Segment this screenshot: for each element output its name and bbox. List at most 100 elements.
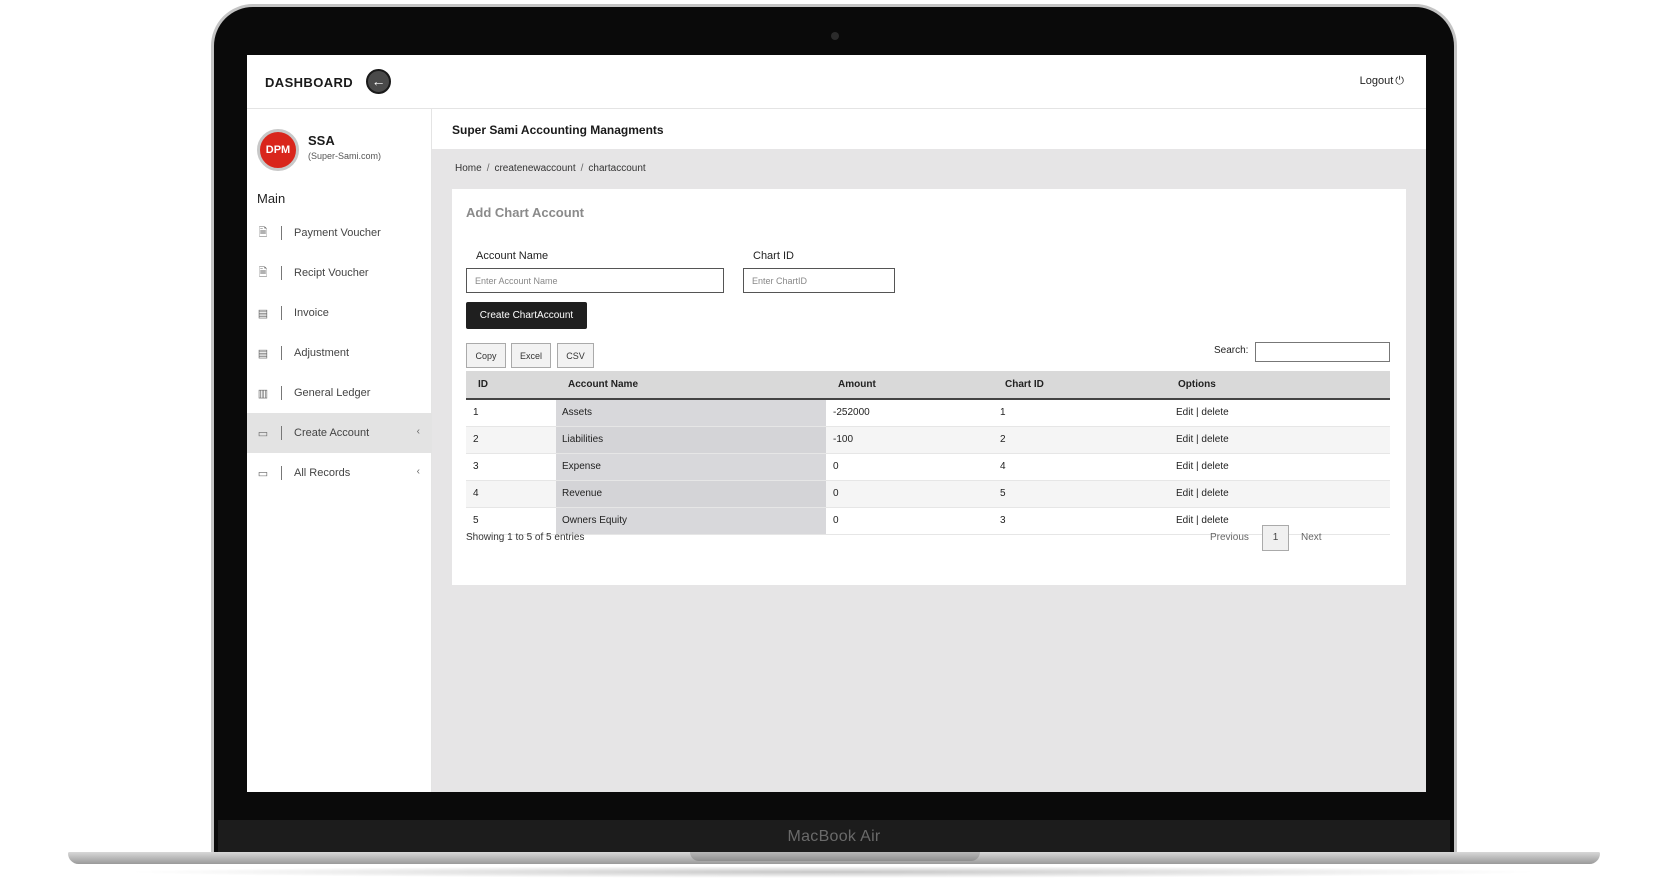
- search-label: Search:: [1214, 345, 1249, 356]
- sidebar-section-label: Main: [257, 191, 286, 206]
- page-title: Super Sami Accounting Managments: [452, 123, 664, 137]
- sidebar-item-label: Payment Voucher: [294, 227, 381, 239]
- pagination-previous[interactable]: Previous: [1210, 532, 1249, 543]
- sidebar-item-general-ledger[interactable]: ▥ General Ledger: [247, 373, 432, 413]
- sidebar-item-label: All Records: [294, 467, 351, 479]
- table-row: 2 Liabilities -100 2 Edit | delete: [466, 426, 1390, 454]
- delete-link[interactable]: delete: [1201, 461, 1228, 472]
- delete-link[interactable]: delete: [1201, 488, 1228, 499]
- clipboard-icon: ▤: [257, 307, 269, 320]
- sidebar-item-create-account[interactable]: ▭ Create Account ‹: [247, 413, 432, 453]
- laptop-frame: MacBook Air DASHBOARD ← Logout ⏻ DPM SSA …: [0, 0, 1666, 896]
- breadcrumb-createnewaccount[interactable]: createnewaccount: [494, 163, 575, 174]
- cell-options: Edit | delete: [1176, 399, 1390, 427]
- delete-link[interactable]: delete: [1201, 407, 1228, 418]
- cell-chart-id: 1: [996, 399, 1176, 427]
- accounts-table: ID Account Name Amount Chart ID Options …: [466, 371, 1390, 535]
- edit-link[interactable]: Edit: [1176, 488, 1193, 499]
- nav-divider: [281, 386, 282, 400]
- pagination-next[interactable]: Next: [1301, 532, 1322, 543]
- edit-link[interactable]: Edit: [1176, 407, 1193, 418]
- account-name-input[interactable]: [466, 268, 724, 293]
- nav-divider: [281, 306, 282, 320]
- cell-options: Edit | delete: [1176, 426, 1390, 454]
- edit-link[interactable]: Edit: [1176, 461, 1193, 472]
- sidebar-item-label: Invoice: [294, 307, 329, 319]
- cell-account-name: Assets: [556, 399, 826, 427]
- document-icon: 🗎: [258, 226, 268, 239]
- options-separator: |: [1196, 515, 1199, 526]
- edit-link[interactable]: Edit: [1176, 434, 1193, 445]
- org-name: SSA: [308, 133, 335, 148]
- breadcrumb-home[interactable]: Home: [455, 163, 482, 174]
- cell-chart-id: 3: [996, 507, 1176, 535]
- book-icon: ▭: [257, 427, 269, 440]
- column-header-options[interactable]: Options: [1176, 371, 1390, 400]
- delete-link[interactable]: delete: [1201, 515, 1228, 526]
- logout-link[interactable]: Logout ⏻: [1360, 75, 1404, 88]
- column-header-chart-id[interactable]: Chart ID: [996, 371, 1176, 400]
- chevron-left-icon[interactable]: ‹: [417, 426, 420, 437]
- table-header-row: ID Account Name Amount Chart ID Options: [466, 371, 1390, 400]
- table-row: 4 Revenue 0 5 Edit | delete: [466, 480, 1390, 508]
- create-chart-account-button[interactable]: Create ChartAccount: [466, 302, 587, 329]
- excel-button[interactable]: Excel: [511, 343, 551, 368]
- column-header-id[interactable]: ID: [466, 371, 556, 400]
- table-row: 3 Expense 0 4 Edit | delete: [466, 453, 1390, 481]
- sidebar-item-all-records[interactable]: ▭ All Records ‹: [247, 453, 432, 493]
- cell-id: 4: [466, 480, 556, 508]
- nav-divider: [281, 226, 282, 240]
- sidebar-item-label: General Ledger: [294, 387, 371, 399]
- camera-dot: [831, 32, 839, 40]
- cell-account-name: Expense: [556, 453, 826, 481]
- cell-id: 1: [466, 399, 556, 427]
- laptop-shadow: [120, 866, 1546, 878]
- sidebar: DPM SSA (Super-Sami.com) Main 🗎 Payment …: [247, 109, 432, 792]
- nav-divider: [281, 426, 282, 440]
- column-header-account-name[interactable]: Account Name: [556, 371, 826, 400]
- copy-button[interactable]: Copy: [466, 343, 506, 368]
- breadcrumb-separator: /: [486, 163, 490, 174]
- breadcrumb-separator: /: [580, 163, 584, 174]
- edit-link[interactable]: Edit: [1176, 515, 1193, 526]
- search-input[interactable]: [1255, 342, 1390, 362]
- cell-account-name: Liabilities: [556, 426, 826, 454]
- column-header-amount[interactable]: Amount: [826, 371, 996, 400]
- top-bar: DASHBOARD ← Logout ⏻: [247, 55, 1426, 109]
- sidebar-item-payment-voucher[interactable]: 🗎 Payment Voucher: [247, 213, 432, 253]
- org-site: (Super-Sami.com): [308, 151, 382, 161]
- cell-account-name: Revenue: [556, 480, 826, 508]
- app-screen: DASHBOARD ← Logout ⏻ DPM SSA (Super-Sami.…: [247, 55, 1426, 792]
- back-button[interactable]: ←: [366, 69, 391, 94]
- nav-divider: [281, 346, 282, 360]
- logout-label: Logout: [1359, 75, 1394, 87]
- main-content: Super Sami Accounting Managments Home / cr…: [432, 109, 1426, 792]
- sidebar-item-adjustment[interactable]: ▤ Adjustment: [247, 333, 432, 373]
- csv-button[interactable]: CSV: [557, 343, 594, 368]
- delete-link[interactable]: delete: [1201, 434, 1228, 445]
- org-logo: DPM: [257, 129, 299, 171]
- chevron-left-icon[interactable]: ‹: [417, 466, 420, 477]
- arrow-left-icon: ←: [371, 73, 386, 89]
- content-header: Super Sami Accounting Managments: [432, 109, 1426, 149]
- table-row: 5 Owners Equity 0 3 Edit | delete: [466, 507, 1390, 535]
- cell-chart-id: 5: [996, 480, 1176, 508]
- options-separator: |: [1196, 434, 1199, 445]
- chart-id-input[interactable]: [743, 268, 895, 293]
- cell-options: Edit | delete: [1176, 453, 1390, 481]
- sidebar-item-invoice[interactable]: ▤ Invoice: [247, 293, 432, 333]
- chart-account-card: Add Chart Account Account Name Chart ID …: [452, 189, 1406, 585]
- cell-id: 5: [466, 507, 556, 535]
- document-icon: 🗎: [258, 266, 268, 279]
- account-name-label: Account Name: [476, 250, 549, 262]
- chart-id-label: Chart ID: [753, 250, 794, 262]
- cell-account-name: Owners Equity: [556, 507, 826, 535]
- options-separator: |: [1196, 407, 1199, 419]
- table-row: 1 Assets -252000 1 Edit | delete: [466, 399, 1390, 427]
- cell-id: 3: [466, 453, 556, 481]
- cell-chart-id: 2: [996, 426, 1176, 454]
- card-title: Add Chart Account: [466, 205, 584, 220]
- sidebar-nav: 🗎 Payment Voucher 🗎 Recipt Voucher ▤ Inv…: [247, 213, 432, 493]
- pagination-page-1[interactable]: 1: [1262, 525, 1289, 551]
- sidebar-item-recipt-voucher[interactable]: 🗎 Recipt Voucher: [247, 253, 432, 293]
